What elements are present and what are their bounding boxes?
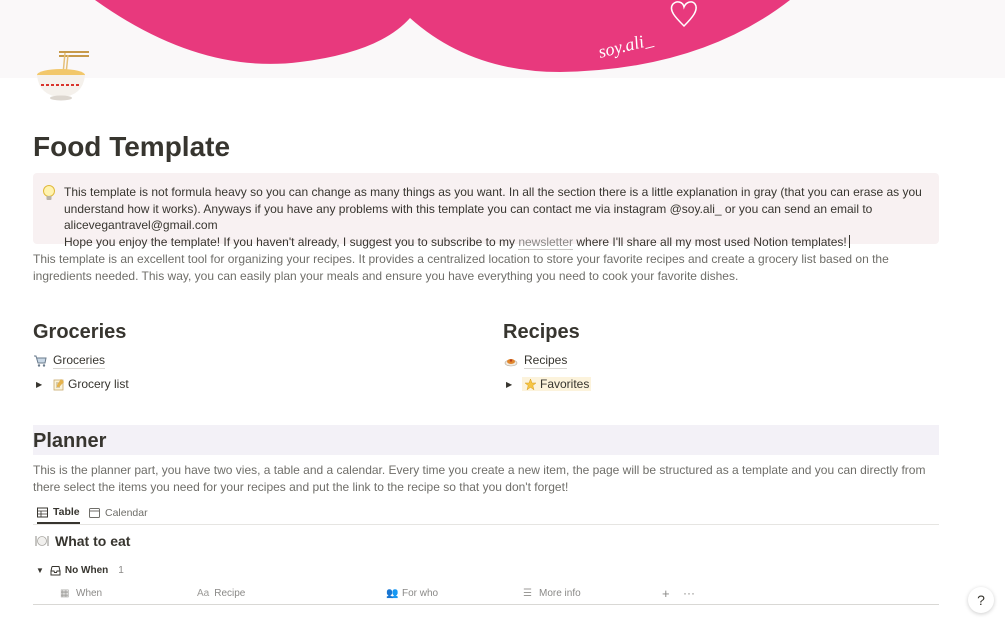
text-cursor [848, 234, 850, 248]
page-cover[interactable]: soy.ali_ [0, 0, 1005, 78]
group-header-no-when[interactable]: ▼ No When 1 [36, 562, 124, 578]
memo-icon [53, 378, 64, 390]
toggle-triangle-icon[interactable]: ▶ [506, 380, 516, 389]
plate-cutlery-icon [35, 536, 49, 546]
groceries-link-label: Groceries [53, 353, 106, 369]
add-property-button[interactable]: + [662, 585, 670, 601]
star-icon [524, 377, 537, 390]
person-property-icon: 👥 [386, 587, 399, 599]
callout-line-2-end: where I'll share all my most used Notion… [573, 234, 847, 249]
table-divider [33, 604, 939, 605]
toggle-triangle-icon[interactable]: ▶ [36, 380, 46, 389]
planner-heading[interactable]: Planner [33, 430, 106, 453]
column-label-when: When [76, 587, 103, 599]
database-title-label: What to eat [55, 533, 131, 549]
column-header-more-info[interactable]: ☰ More info [523, 585, 581, 601]
pasta-plate-icon [504, 359, 518, 367]
recipes-heading[interactable]: Recipes [503, 321, 580, 344]
callout-line-2-start: Hope you enjoy the template! If you have… [64, 234, 519, 249]
column-header-recipe[interactable]: Aa Recipe [197, 585, 245, 601]
column-label-for-who: For who [402, 587, 439, 599]
tab-calendar-label: Calendar [105, 506, 148, 519]
group-count: 1 [118, 564, 124, 576]
group-toggle-icon[interactable]: ▼ [36, 566, 44, 575]
tab-calendar[interactable]: Calendar [89, 502, 148, 523]
table-icon [37, 507, 48, 517]
favorites-highlight: Favorites [522, 377, 592, 391]
recipes-link-label: Recipes [524, 353, 568, 369]
tab-table-label: Table [53, 506, 80, 518]
callout-line-1: This template is not formula heavy so yo… [64, 185, 922, 232]
column-label-recipe: Recipe [214, 587, 246, 599]
grocery-list-label: Grocery list [68, 377, 129, 391]
cover-image: soy.ali_ [95, 0, 790, 72]
column-header-for-who[interactable]: 👥 For who [386, 585, 438, 601]
calendar-icon [89, 508, 100, 518]
lightbulb-icon [43, 185, 55, 200]
inbox-icon [50, 565, 61, 575]
page-title[interactable]: Food Template [33, 131, 230, 163]
group-label: No When [64, 564, 109, 576]
grocery-list-toggle[interactable]: ▶ Grocery list [36, 374, 129, 394]
favorites-label: Favorites [540, 377, 590, 391]
info-callout[interactable]: This template is not formula heavy so yo… [33, 173, 939, 250]
shopping-cart-icon [34, 355, 47, 367]
help-button[interactable]: ? [968, 587, 994, 613]
column-header-when[interactable]: ▦ When [60, 585, 102, 601]
more-options-button[interactable]: ··· [683, 585, 695, 601]
text-property-icon: ☰ [523, 587, 532, 599]
planner-description-text: This is the planner part, you have two v… [33, 463, 926, 494]
callout-line-2: Hope you enjoy the template! If you have… [64, 234, 932, 251]
noodle-bowl-icon [37, 51, 89, 101]
database-title[interactable]: What to eat [35, 533, 130, 549]
page-description: This template is an excellent tool for o… [33, 251, 943, 284]
planner-heading-highlight [33, 425, 939, 455]
groceries-heading[interactable]: Groceries [33, 321, 126, 344]
tab-table[interactable]: Table [37, 502, 80, 524]
recipes-page-link[interactable]: Recipes [504, 351, 568, 371]
description-text: This template is an excellent tool for o… [33, 252, 889, 283]
planner-description: This is the planner part, you have two v… [33, 462, 939, 495]
newsletter-link[interactable]: newsletter [518, 234, 574, 250]
title-property-icon: Aa [197, 587, 210, 599]
database-view-tabs: Table Calendar [33, 502, 939, 525]
page-icon[interactable] [33, 48, 91, 102]
groceries-page-link[interactable]: Groceries [33, 351, 106, 371]
favorites-toggle[interactable]: ▶ Favorites [506, 374, 592, 394]
date-property-icon: ▦ [60, 587, 70, 599]
column-label-more-info: More info [539, 587, 581, 599]
callout-text: This template is not formula heavy so yo… [64, 184, 932, 250]
